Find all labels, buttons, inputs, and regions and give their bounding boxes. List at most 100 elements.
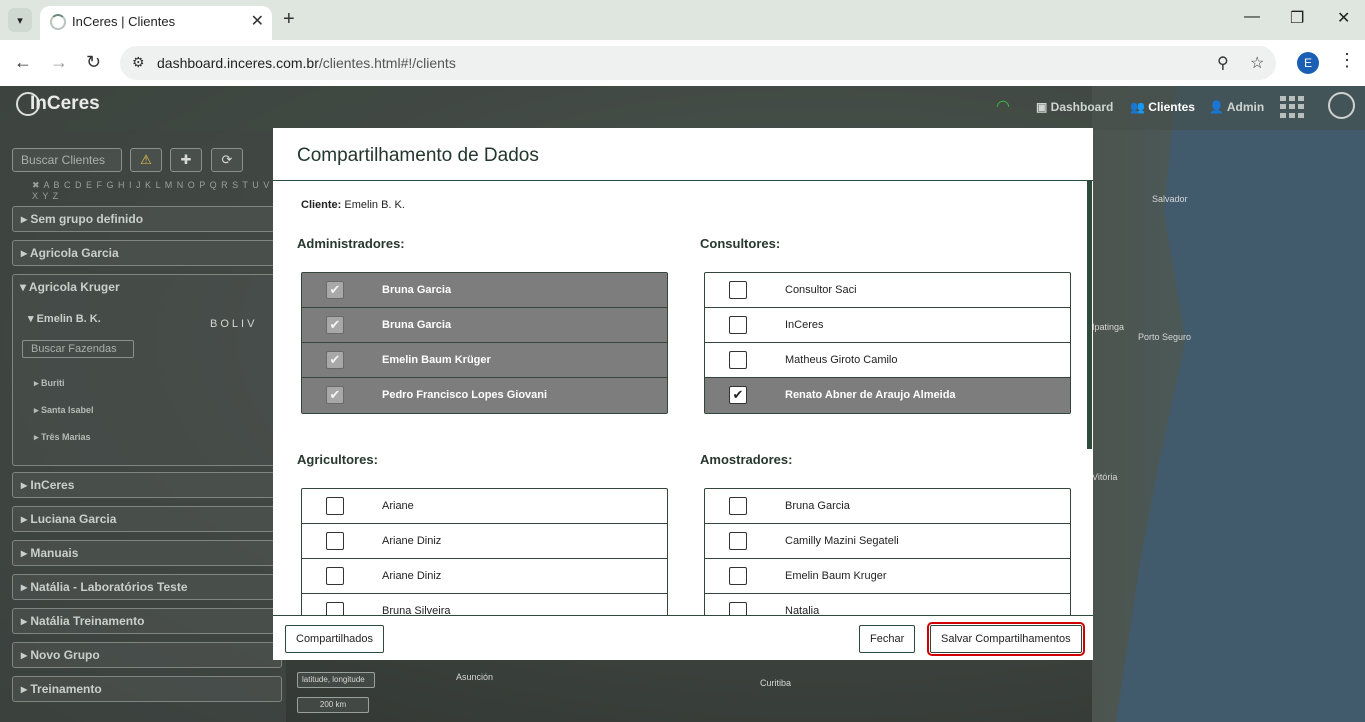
- group-agricola-kruger-label[interactable]: ▾ Agricola Kruger: [20, 280, 120, 294]
- list-item[interactable]: ✔ Renato Abner de Araujo Almeida: [705, 378, 1070, 413]
- checkbox[interactable]: [729, 281, 747, 299]
- shared-button[interactable]: Compartilhados: [285, 625, 385, 653]
- map-label-vitoria: Vitória: [1092, 472, 1118, 482]
- group-agricola-garcia[interactable]: ▸ Agricola Garcia: [12, 240, 282, 266]
- zoom-icon[interactable]: ⚲: [1217, 53, 1229, 73]
- add-client-icon[interactable]: ✚: [170, 148, 202, 172]
- section-title-amostradores: Amostradores:: [700, 452, 793, 467]
- clients-sidebar: Buscar Clientes ⚠ ✚ ⟳ ✖ A B C D E F G H …: [0, 130, 286, 722]
- list-item[interactable]: Consultor Saci: [705, 273, 1070, 308]
- modal-header: Compartilhamento de Dados: [273, 128, 1093, 181]
- back-icon[interactable]: ←: [14, 52, 32, 73]
- group-natalia-treinamento[interactable]: ▸ Natália Treinamento: [12, 608, 282, 634]
- list-item[interactable]: Bruna Garcia: [705, 489, 1070, 524]
- group-sem-grupo[interactable]: ▸ Sem grupo definido: [12, 206, 282, 232]
- profile-avatar[interactable]: E: [1297, 52, 1319, 74]
- group-manuais[interactable]: ▸ Manuais: [12, 540, 282, 566]
- nav-clientes[interactable]: 👥 Clientes: [1130, 100, 1195, 114]
- list-item[interactable]: Bruna Silveira: [302, 594, 667, 615]
- checkbox[interactable]: [729, 567, 747, 585]
- minimize-icon[interactable]: —: [1244, 8, 1260, 26]
- site-info-icon[interactable]: ⚙: [132, 54, 145, 71]
- section-title-consultores: Consultores:: [700, 236, 781, 251]
- checkbox-checked[interactable]: ✔: [326, 316, 344, 334]
- omnibox[interactable]: ⚙ dashboard.inceres.com.br/clientes.html…: [120, 46, 1276, 80]
- farm-santa-isabel[interactable]: ▸ Santa Isabel: [34, 405, 94, 416]
- checkbox[interactable]: [729, 602, 747, 615]
- list-item[interactable]: Ariane: [302, 489, 667, 524]
- address-bar: ← → ↻ ⚙ dashboard.inceres.com.br/cliente…: [0, 40, 1365, 86]
- inceres-logo[interactable]: InCeres: [16, 92, 100, 116]
- checkbox[interactable]: [326, 602, 344, 615]
- farm-tres-marias[interactable]: ▸ Três Marias: [34, 432, 91, 443]
- nav-admin[interactable]: 👤 Admin: [1209, 100, 1264, 114]
- map-label-bolivia: BOLIV: [210, 318, 258, 330]
- checkbox[interactable]: [729, 532, 747, 550]
- checkbox[interactable]: [326, 497, 344, 515]
- group-novo-grupo[interactable]: ▸ Novo Grupo: [12, 642, 282, 668]
- checkbox[interactable]: [326, 532, 344, 550]
- checkbox[interactable]: [326, 567, 344, 585]
- close-window-icon[interactable]: ✕: [1337, 8, 1350, 28]
- reload-icon[interactable]: ↻: [86, 52, 101, 73]
- list-administradores: ✔ Bruna Garcia ✔ Bruna Garcia ✔ Emelin B…: [301, 272, 668, 414]
- list-item[interactable]: Natalia: [705, 594, 1070, 615]
- list-item[interactable]: Emelin Baum Kruger: [705, 559, 1070, 594]
- new-tab-icon[interactable]: +: [283, 8, 295, 30]
- list-item[interactable]: Matheus Giroto Camilo: [705, 343, 1070, 378]
- map-scale: 200 km: [297, 697, 369, 713]
- map-label-ipatinga: Ipatinga: [1092, 322, 1125, 332]
- tab-close-icon[interactable]: ✕: [251, 11, 264, 31]
- apps-grid-icon[interactable]: [1280, 96, 1306, 118]
- tab-search-dropdown[interactable]: ▾: [8, 8, 32, 32]
- checkbox-checked[interactable]: ✔: [326, 386, 344, 404]
- browser-tab[interactable]: InCeres | Clientes ✕: [40, 6, 272, 40]
- checkbox-checked[interactable]: ✔: [729, 386, 747, 404]
- list-item[interactable]: Camilly Mazini Segateli: [705, 524, 1070, 559]
- group-inceres[interactable]: ▸ InCeres: [12, 472, 282, 498]
- group-natalia-laboratorios[interactable]: ▸ Natália - Laboratórios Teste: [12, 574, 282, 600]
- coordinate-input[interactable]: latitude, longitude: [297, 672, 375, 688]
- checkbox-checked[interactable]: ✔: [326, 281, 344, 299]
- list-agricultores: Ariane Ariane Diniz Ariane Diniz Bruna S…: [301, 488, 668, 615]
- restore-icon[interactable]: ❐: [1290, 8, 1304, 28]
- list-item[interactable]: InCeres: [705, 308, 1070, 343]
- url-text[interactable]: dashboard.inceres.com.br/clientes.html#!…: [157, 55, 456, 71]
- modal-scrollbar[interactable]: [1087, 181, 1092, 449]
- search-clients-input[interactable]: Buscar Clientes: [12, 148, 122, 172]
- client-emelin[interactable]: ▾ Emelin B. K.: [28, 312, 101, 325]
- alphabet-filter[interactable]: ✖ A B C D E F G H I J K L M N O P Q R S …: [32, 180, 286, 201]
- list-item[interactable]: ✔ Emelin Baum Krüger: [302, 343, 667, 378]
- wifi-icon: ◠: [996, 98, 1010, 115]
- checkbox[interactable]: [729, 351, 747, 369]
- map-label-curitiba: Curitiba: [760, 678, 792, 688]
- farm-buriti[interactable]: ▸ Buriti: [34, 378, 65, 389]
- list-item[interactable]: ✔ Pedro Francisco Lopes Giovani: [302, 378, 667, 413]
- forward-icon[interactable]: →: [50, 52, 68, 73]
- browser-tab-bar: ▾ InCeres | Clientes ✕ + — ❐ ✕: [0, 0, 1365, 40]
- list-item[interactable]: Ariane Diniz: [302, 559, 667, 594]
- warning-icon[interactable]: ⚠: [130, 148, 162, 172]
- save-sharing-button[interactable]: Salvar Compartilhamentos: [927, 622, 1085, 656]
- refresh-icon[interactable]: ⟳: [211, 148, 243, 172]
- list-item[interactable]: ✔ Bruna Garcia: [302, 308, 667, 343]
- checkbox-checked[interactable]: ✔: [326, 351, 344, 369]
- loading-icon: [50, 14, 66, 30]
- section-title-administradores: Administradores:: [297, 236, 405, 251]
- list-item[interactable]: ✔ Bruna Garcia: [302, 273, 667, 308]
- user-account-icon[interactable]: [1328, 92, 1355, 119]
- search-farms-input[interactable]: Buscar Fazendas: [22, 340, 134, 358]
- map-label-porto-seguro: Porto Seguro: [1138, 332, 1192, 342]
- checkbox[interactable]: [729, 316, 747, 334]
- group-luciana-garcia[interactable]: ▸ Luciana Garcia: [12, 506, 282, 532]
- checkbox[interactable]: [729, 497, 747, 515]
- nav-dashboard[interactable]: ▣ Dashboard: [1036, 100, 1113, 114]
- map-label-salvador: Salvador: [1152, 194, 1188, 204]
- list-item[interactable]: Ariane Diniz: [302, 524, 667, 559]
- browser-menu-icon[interactable]: ⋮: [1338, 50, 1356, 71]
- map-label-asuncion: Asunción: [456, 672, 494, 682]
- tab-title: InCeres | Clientes: [72, 14, 176, 29]
- close-button[interactable]: Fechar: [859, 625, 916, 653]
- group-treinamento[interactable]: ▸ Treinamento: [12, 676, 282, 702]
- bookmark-star-icon[interactable]: ☆: [1250, 53, 1264, 73]
